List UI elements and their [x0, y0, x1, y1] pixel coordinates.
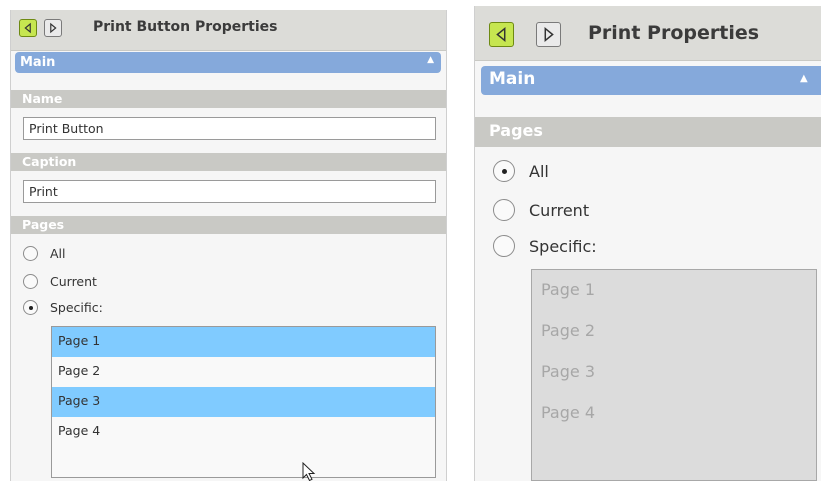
arrow-right-icon — [544, 26, 554, 43]
radio-dot — [501, 168, 507, 174]
list-item-page-4: Page 4 — [541, 403, 595, 422]
name-section-header: Name — [11, 90, 446, 108]
main-section-label: Main — [20, 55, 56, 70]
radio-button[interactable] — [493, 199, 515, 221]
arrow-right-icon — [50, 22, 57, 34]
back-button[interactable] — [19, 19, 37, 37]
list-item-page-3[interactable]: Page 3 — [52, 387, 435, 417]
arrow-left-icon — [24, 22, 31, 34]
radio-specific[interactable]: Specific: — [493, 235, 597, 257]
caption-field[interactable]: Print — [23, 180, 436, 203]
radio-button[interactable] — [493, 235, 515, 257]
radio-all-label: All — [529, 161, 549, 181]
panel-title: Print Button Properties — [93, 19, 278, 35]
list-item-page-2: Page 2 — [541, 321, 595, 340]
mouse-pointer-icon — [302, 462, 316, 481]
back-button[interactable] — [489, 22, 514, 47]
page-list[interactable]: Page 1 Page 2 Page 3 Page 4 — [51, 326, 436, 478]
radio-specific-label: Specific: — [529, 236, 597, 256]
radio-current[interactable]: Current — [493, 199, 589, 221]
list-item-page-3: Page 3 — [541, 362, 595, 381]
radio-specific-label: Specific: — [50, 300, 103, 315]
radio-button[interactable] — [23, 274, 38, 289]
main-section-header[interactable]: Main ▲ — [15, 52, 441, 73]
pages-section-header: Pages — [11, 216, 446, 234]
radio-button[interactable] — [23, 246, 38, 261]
page-list-disabled: Page 1 Page 2 Page 3 Page 4 — [531, 269, 817, 481]
print-button-properties-panel: Print Button Properties Main ▲ Name Prin… — [10, 10, 447, 481]
panel-titlebar: Print Button Properties — [11, 10, 446, 51]
list-item-page-4[interactable]: Page 4 — [52, 417, 435, 447]
list-item-page-1: Page 1 — [541, 280, 595, 299]
radio-button-selected[interactable] — [493, 160, 515, 182]
list-item-page-2[interactable]: Page 2 — [52, 357, 435, 387]
main-section-header[interactable]: Main — [481, 66, 821, 95]
radio-dot — [28, 305, 33, 310]
triangle-up-icon[interactable]: ▲ — [800, 73, 808, 84]
forward-button[interactable] — [536, 22, 561, 47]
panel-title: Print Properties — [588, 22, 760, 44]
radio-current-label: Current — [50, 274, 97, 289]
panel-titlebar: Print Properties — [475, 6, 821, 61]
radio-all[interactable]: All — [23, 246, 66, 261]
pages-section-header: Pages — [475, 117, 821, 147]
triangle-up-icon[interactable]: ▲ — [427, 55, 434, 65]
list-item-page-1[interactable]: Page 1 — [52, 327, 435, 357]
radio-specific[interactable]: Specific: — [23, 300, 103, 315]
forward-button[interactable] — [44, 19, 62, 37]
radio-current[interactable]: Current — [23, 274, 97, 289]
print-properties-panel: Print Properties Main Pages All Current … — [474, 6, 821, 481]
arrow-left-icon — [496, 26, 506, 43]
radio-button-selected[interactable] — [23, 300, 38, 315]
main-section-label: Main — [489, 69, 536, 89]
radio-all[interactable]: All — [493, 160, 549, 182]
caption-section-header: Caption — [11, 153, 446, 171]
radio-current-label: Current — [529, 200, 590, 220]
radio-all-label: All — [50, 246, 66, 261]
name-field[interactable]: Print Button — [23, 117, 436, 140]
